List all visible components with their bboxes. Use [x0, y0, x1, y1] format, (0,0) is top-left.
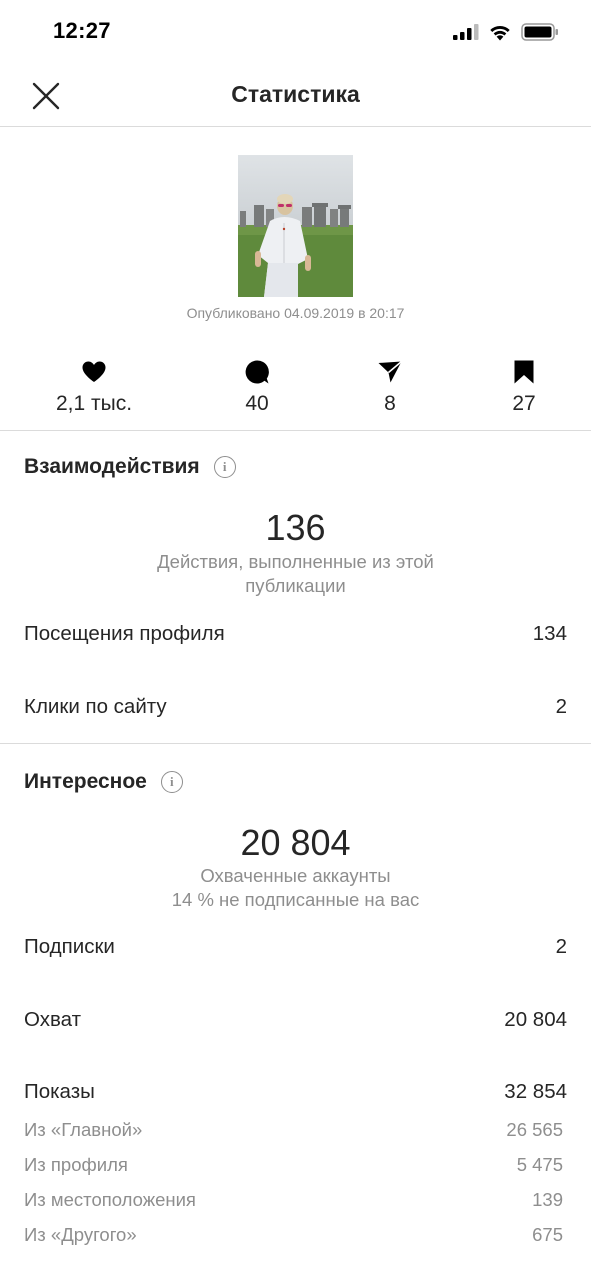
row-value: 20 804 — [504, 1008, 567, 1031]
divider — [0, 743, 591, 744]
row-label: Клики по сайту — [24, 695, 167, 718]
post-thumbnail[interactable] — [238, 155, 353, 297]
status-time: 12:27 — [53, 18, 111, 43]
reach-caption: Охваченные аккаунты — [200, 865, 391, 886]
row-value: 2 — [555, 695, 567, 718]
reach-row: Охват 20 804 — [24, 1008, 567, 1032]
bookmark-icon — [514, 360, 534, 384]
impressions-profile-row: Из профиля 5 475 — [24, 1154, 563, 1176]
comments-count: 40 — [245, 392, 269, 415]
impressions-location-row: Из местоположения 139 — [24, 1189, 563, 1211]
discovery-section-title: Интересное i — [24, 770, 183, 794]
row-value: 32 854 — [504, 1080, 567, 1103]
status-icons — [453, 22, 559, 42]
discovery-total: 20 804 — [240, 822, 351, 863]
profile-visits-row: Посещения профиля 134 — [24, 622, 567, 646]
row-value: 134 — [532, 622, 567, 645]
row-label: Из местоположения — [24, 1189, 196, 1210]
row-label: Охват — [24, 1008, 81, 1031]
info-icon[interactable]: i — [213, 456, 236, 478]
row-label: Посещения профиля — [24, 622, 225, 645]
row-value: 675 — [532, 1224, 563, 1245]
shares-count: 8 — [384, 392, 396, 415]
divider — [0, 430, 591, 431]
comments-stat: 40 — [187, 358, 327, 416]
impressions-row: Показы 32 854 — [24, 1080, 567, 1104]
row-value: 139 — [532, 1189, 563, 1210]
row-label: Подписки — [24, 935, 115, 958]
nav-header: Статистика — [0, 64, 591, 127]
row-label: Из «Главной» — [24, 1119, 143, 1140]
post-image — [238, 155, 353, 297]
info-icon[interactable]: i — [160, 771, 183, 793]
signal-icon — [453, 24, 479, 40]
heart-icon — [82, 361, 106, 382]
saves-stat: 27 — [454, 358, 591, 416]
row-label: Из «Другого» — [24, 1224, 137, 1245]
share-icon — [378, 360, 403, 383]
shares-stat: 8 — [320, 358, 460, 416]
wifi-icon — [490, 25, 510, 40]
row-label: Из профиля — [24, 1154, 128, 1175]
discovery-title: Интересное — [24, 770, 147, 793]
row-label: Показы — [24, 1080, 95, 1103]
likes-stat: 2,1 тыс. — [24, 358, 164, 416]
page-title: Статистика — [231, 81, 360, 107]
interactions-title: Взаимодействия — [24, 455, 200, 478]
published-date: Опубликовано 04.09.2019 в 20:17 — [186, 305, 405, 321]
interactions-section-title: Взаимодействия i — [24, 455, 236, 479]
row-value: 2 — [555, 935, 567, 958]
row-value: 26 565 — [506, 1119, 563, 1140]
follows-row: Подписки 2 — [24, 935, 567, 959]
battery-icon — [521, 23, 558, 41]
interactions-caption: Действия, выполненные из этой публикации — [157, 551, 434, 596]
non-followers-caption: 14 % не подписанные на вас — [171, 889, 420, 910]
saves-count: 27 — [512, 392, 536, 415]
impressions-home-row: Из «Главной» 26 565 — [24, 1119, 563, 1141]
impressions-other-row: Из «Другого» 675 — [24, 1224, 563, 1246]
comment-icon — [245, 360, 269, 384]
website-clicks-row: Клики по сайту 2 — [24, 695, 567, 719]
row-value: 5 475 — [516, 1154, 563, 1175]
likes-count: 2,1 тыс. — [55, 392, 133, 415]
interactions-total: 136 — [265, 507, 326, 548]
